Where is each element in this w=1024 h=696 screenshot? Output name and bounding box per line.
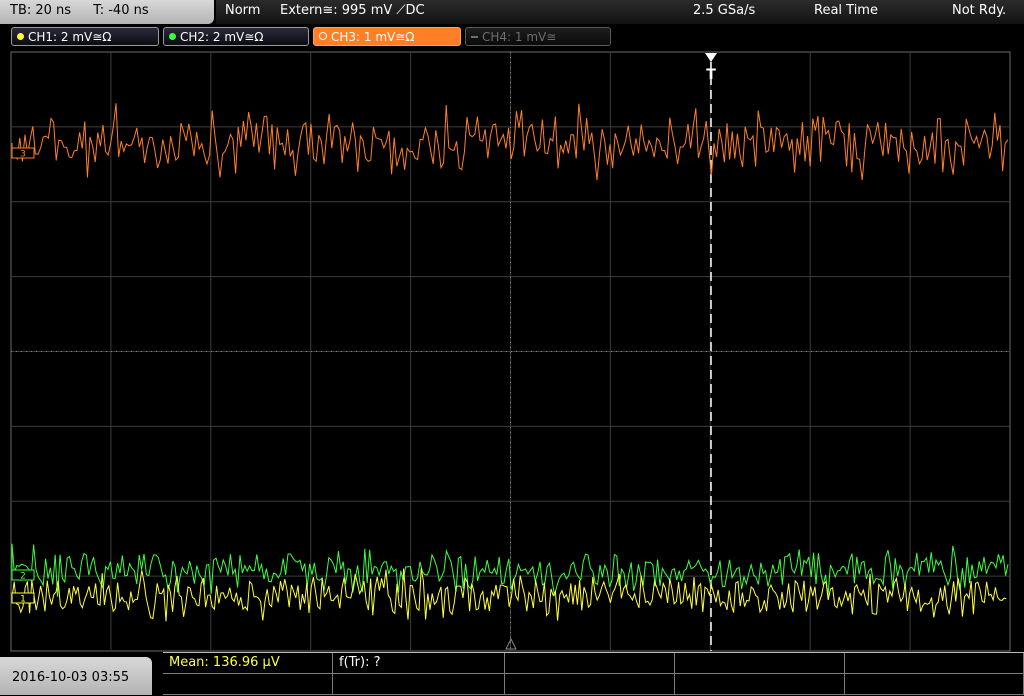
trigger-marker-label: T <box>706 67 716 83</box>
measurement-mean[interactable]: Mean: 136.96 µV <box>163 653 333 674</box>
channel-3-offset-marker[interactable]: 3 <box>11 147 35 160</box>
bottom-bar: 2016-10-03 03:55 Mean: 136.96 µV f(Tr): … <box>0 652 1024 695</box>
channel-2-marker-label: 2 <box>20 572 26 582</box>
channel-2-offset-marker[interactable]: 2 <box>11 569 35 582</box>
date-time-value: 2016-10-03 03:55 <box>12 670 130 685</box>
trigger-position-icon[interactable] <box>705 53 717 62</box>
channel-2-button[interactable]: CH2: 2 mV≅Ω <box>163 27 309 46</box>
channel-3-button[interactable]: CH3: 1 mV≅Ω <box>313 27 461 46</box>
trigger-status: Not Rdy. <box>952 3 1007 18</box>
measurement-rise-frequency[interactable]: f(Tr): ? <box>333 653 505 674</box>
channel-4-button[interactable]: CH4: 1 mV≅ <box>465 27 611 46</box>
channel-1-marker-label: 1 <box>20 595 26 605</box>
top-status-bar: TB: 20 ns T: -40 ns Norm Extern≅: 995 mV… <box>0 0 1024 25</box>
measurement-slot-10[interactable] <box>845 674 1024 695</box>
measurement-slot-8[interactable] <box>505 674 675 695</box>
channel-2-label: CH2: 2 mV≅Ω <box>180 30 264 44</box>
channel-3-marker-label: 3 <box>20 150 26 160</box>
measurement-slot-4[interactable] <box>675 653 845 674</box>
channel-3-indicator-icon <box>319 32 327 40</box>
waveform-graph[interactable]: T 3 2 1 <box>0 49 1024 652</box>
trigger-mode: Norm <box>225 3 261 18</box>
graticule-grid <box>11 52 1010 651</box>
measurement-slot-7[interactable] <box>333 674 505 695</box>
timebase-value: TB: 20 ns <box>10 3 72 18</box>
channel-4-indicator-icon <box>471 36 478 38</box>
channel-3-label: CH3: 1 mV≅Ω <box>331 30 415 44</box>
trigger-time-value: T: -40 ns <box>93 3 149 18</box>
channel-2-indicator-icon <box>169 33 176 40</box>
sample-rate: 2.5 GSa/s <box>693 3 756 18</box>
measurement-slot-3[interactable] <box>505 653 675 674</box>
measurement-panel: Mean: 136.96 µV f(Tr): ? <box>163 652 1024 696</box>
channel-4-label: CH4: 1 mV≅ <box>482 30 557 44</box>
waveform-display[interactable]: T 3 2 1 <box>0 49 1024 652</box>
channel-1-indicator-icon <box>17 33 24 40</box>
timebase-panel[interactable]: TB: 20 ns T: -40 ns <box>0 0 214 24</box>
trigger-info-bar[interactable]: Norm Extern≅: 995 mV ⟋DC 2.5 GSa/s Real … <box>216 0 1024 24</box>
date-time-display: 2016-10-03 03:55 <box>0 657 152 695</box>
measurement-slot-6[interactable] <box>163 674 333 695</box>
channel-1-label: CH1: 2 mV≅Ω <box>28 30 112 44</box>
measurement-slot-9[interactable] <box>675 674 845 695</box>
channel-1-button[interactable]: CH1: 2 mV≅Ω <box>11 27 159 46</box>
acquisition-mode: Real Time <box>814 3 878 18</box>
channel-1-offset-marker[interactable]: 1 <box>11 592 35 605</box>
measurement-slot-5[interactable] <box>845 653 1024 674</box>
trigger-source: Extern≅: 995 mV ⟋DC <box>280 3 425 18</box>
channel-3-waveform <box>11 103 1009 181</box>
channel-bar: CH1: 2 mV≅Ω CH2: 2 mV≅Ω CH3: 1 mV≅Ω CH4:… <box>0 26 1024 48</box>
